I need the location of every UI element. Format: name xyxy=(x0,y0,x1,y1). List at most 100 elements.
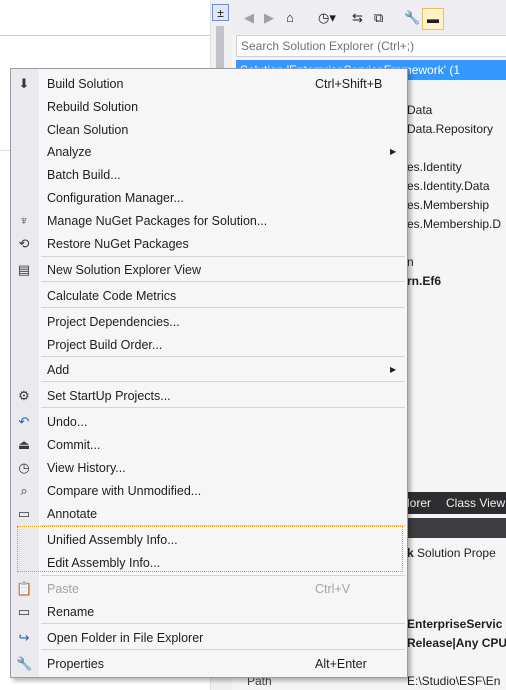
menu-separator xyxy=(41,623,405,624)
menu-item-paste: 📋 Paste Ctrl+V xyxy=(11,577,407,600)
menu-item-clean-solution[interactable]: Clean Solution xyxy=(11,118,407,141)
menu-item-label: Project Dependencies... xyxy=(47,315,180,329)
tree-item[interactable]: es.Membership xyxy=(407,198,489,212)
menu-item-rename[interactable]: ▭ Rename xyxy=(11,600,407,623)
preview-icon[interactable]: ▬ xyxy=(422,8,444,30)
menu-separator xyxy=(41,381,405,382)
solution-explorer-toolbar: ◀ ▶ ⌂ ◷▾ ⇆ ⧉ 🔧 ▬ xyxy=(232,0,506,34)
menu-item-build-solution[interactable]: ⬇ Build Solution Ctrl+Shift+B xyxy=(11,72,407,95)
new-view-icon: ▤ xyxy=(17,262,31,277)
clock-icon[interactable]: ◷▾ xyxy=(318,10,336,26)
editor-divider xyxy=(0,35,210,36)
scrollbar-thumb[interactable] xyxy=(216,26,224,70)
properties-title-object: k xyxy=(407,546,414,560)
menu-item-view-history[interactable]: ◷ View History... xyxy=(11,456,407,479)
menu-separator xyxy=(41,256,405,257)
search-input[interactable]: Search Solution Explorer (Ctrl+;) xyxy=(236,35,506,57)
open-folder-icon: ↪ xyxy=(18,630,30,645)
menu-item-unified-assembly-info[interactable]: Unified Assembly Info... xyxy=(11,528,407,551)
nuget-icon: ♆ xyxy=(19,213,29,228)
home-icon[interactable]: ⌂ xyxy=(286,10,294,25)
menu-item-label: Edit Assembly Info... xyxy=(47,556,161,570)
menu-item-project-dependencies[interactable]: Project Dependencies... xyxy=(11,310,407,333)
menu-item-commit[interactable]: ⏏ Commit... xyxy=(11,433,407,456)
menu-item-label: Compare with Unmodified... xyxy=(47,484,202,498)
menu-item-project-build-order[interactable]: Project Build Order... xyxy=(11,333,407,356)
menu-item-label: Rebuild Solution xyxy=(47,100,139,114)
menu-item-label: Analyze xyxy=(47,145,92,159)
tab-solution-explorer[interactable]: lorer xyxy=(407,496,431,510)
menu-item-shortcut: Alt+Enter xyxy=(315,657,367,671)
sync-icon[interactable]: ⇆ xyxy=(352,10,363,26)
forward-arrow-icon[interactable]: ▶ xyxy=(264,10,274,26)
tree-item[interactable]: Data xyxy=(407,103,432,117)
split-window-icon[interactable]: ± xyxy=(212,4,229,21)
menu-item-label: Batch Build... xyxy=(47,168,121,182)
tree-item[interactable]: rn.Ef6 xyxy=(407,274,441,288)
menu-item-new-solution-explorer-view[interactable]: ▤ New Solution Explorer View xyxy=(11,258,407,281)
paste-icon: 📋 xyxy=(16,581,33,596)
collapse-all-icon[interactable]: ⧉ xyxy=(374,10,383,26)
menu-item-label: Properties xyxy=(47,657,104,671)
tree-item[interactable]: n xyxy=(407,255,414,269)
tab-class-view[interactable]: Class View xyxy=(446,496,505,510)
menu-item-label: Configuration Manager... xyxy=(47,191,184,205)
tree-item[interactable]: es.Identity xyxy=(407,160,462,174)
menu-separator xyxy=(41,649,405,650)
menu-item-edit-assembly-info[interactable]: Edit Assembly Info... xyxy=(11,551,407,574)
menu-item-calculate-code-metrics[interactable]: Calculate Code Metrics xyxy=(11,284,407,307)
annotate-icon: ▭ xyxy=(17,506,31,521)
menu-item-label: Set StartUp Projects... xyxy=(47,389,171,403)
undo-icon: ↶ xyxy=(18,414,30,429)
menu-item-undo[interactable]: ↶ Undo... xyxy=(11,410,407,433)
history-icon: ◷ xyxy=(18,460,30,475)
menu-item-set-startup-projects[interactable]: ⚙ Set StartUp Projects... xyxy=(11,384,407,407)
property-config-value[interactable]: Release|Any CPU xyxy=(407,636,506,650)
menu-item-label: Manage NuGet Packages for Solution... xyxy=(47,214,268,228)
rename-icon: ▭ xyxy=(17,604,31,619)
menu-item-rebuild-solution[interactable]: Rebuild Solution xyxy=(11,95,407,118)
menu-separator xyxy=(41,407,405,408)
menu-separator xyxy=(41,281,405,282)
tree-item[interactable]: es.Membership.D xyxy=(407,217,501,231)
menu-item-shortcut: Ctrl+Shift+B xyxy=(315,77,383,91)
menu-item-properties[interactable]: 🔧 Properties Alt+Enter xyxy=(11,652,407,675)
compare-icon: ⌕ xyxy=(20,483,28,498)
menu-item-manage-nuget[interactable]: ♆ Manage NuGet Packages for Solution... xyxy=(11,209,407,232)
gear-icon: ⚙ xyxy=(18,388,30,403)
tree-item[interactable]: Data.Repository xyxy=(407,122,493,136)
menu-item-label: Open Folder in File Explorer xyxy=(47,631,204,645)
back-arrow-icon[interactable]: ◀ xyxy=(244,10,254,26)
menu-item-label: Annotate xyxy=(47,507,98,521)
menu-item-configuration-manager[interactable]: Configuration Manager... xyxy=(11,186,407,209)
tree-item[interactable]: es.Identity.Data xyxy=(407,179,490,193)
menu-item-annotate[interactable]: ▭ Annotate xyxy=(11,502,407,525)
commit-icon: ⏏ xyxy=(17,437,31,452)
menu-item-label: Commit... xyxy=(47,438,101,452)
menu-item-label: Restore NuGet Packages xyxy=(47,237,189,251)
menu-item-label: Project Build Order... xyxy=(47,338,163,352)
menu-item-shortcut: Ctrl+V xyxy=(315,582,351,596)
properties-title: k Solution Prope xyxy=(407,546,496,560)
build-solution-icon: ⬇ xyxy=(18,76,30,91)
property-path-value[interactable]: E:\Studio\ESF\En xyxy=(407,674,500,688)
menu-item-analyze[interactable]: Analyze ▶ xyxy=(11,140,407,163)
menu-separator xyxy=(41,307,405,308)
wrench-icon[interactable]: 🔧 xyxy=(404,10,420,26)
menu-item-label: Add xyxy=(47,363,70,377)
menu-item-open-folder[interactable]: ↪ Open Folder in File Explorer xyxy=(11,626,407,649)
submenu-arrow-icon: ▶ xyxy=(390,365,397,374)
menu-item-add[interactable]: Add ▶ xyxy=(11,358,407,381)
property-name-value[interactable]: EnterpriseServic xyxy=(407,617,502,631)
menu-item-label: Paste xyxy=(47,582,79,596)
submenu-arrow-icon: ▶ xyxy=(390,147,397,156)
menu-item-label: Unified Assembly Info... xyxy=(47,533,178,547)
menu-item-restore-nuget[interactable]: ⟲ Restore NuGet Packages xyxy=(11,232,407,255)
menu-item-batch-build[interactable]: Batch Build... xyxy=(11,163,407,186)
menu-item-compare-with-unmodified[interactable]: ⌕ Compare with Unmodified... xyxy=(11,479,407,502)
menu-item-label: Rename xyxy=(47,605,95,619)
menu-item-label: Clean Solution xyxy=(47,123,129,137)
wrench-icon: 🔧 xyxy=(16,656,33,671)
solution-context-menu: ⬇ Build Solution Ctrl+Shift+B Rebuild So… xyxy=(10,68,408,678)
menu-item-label: Undo... xyxy=(47,415,88,429)
